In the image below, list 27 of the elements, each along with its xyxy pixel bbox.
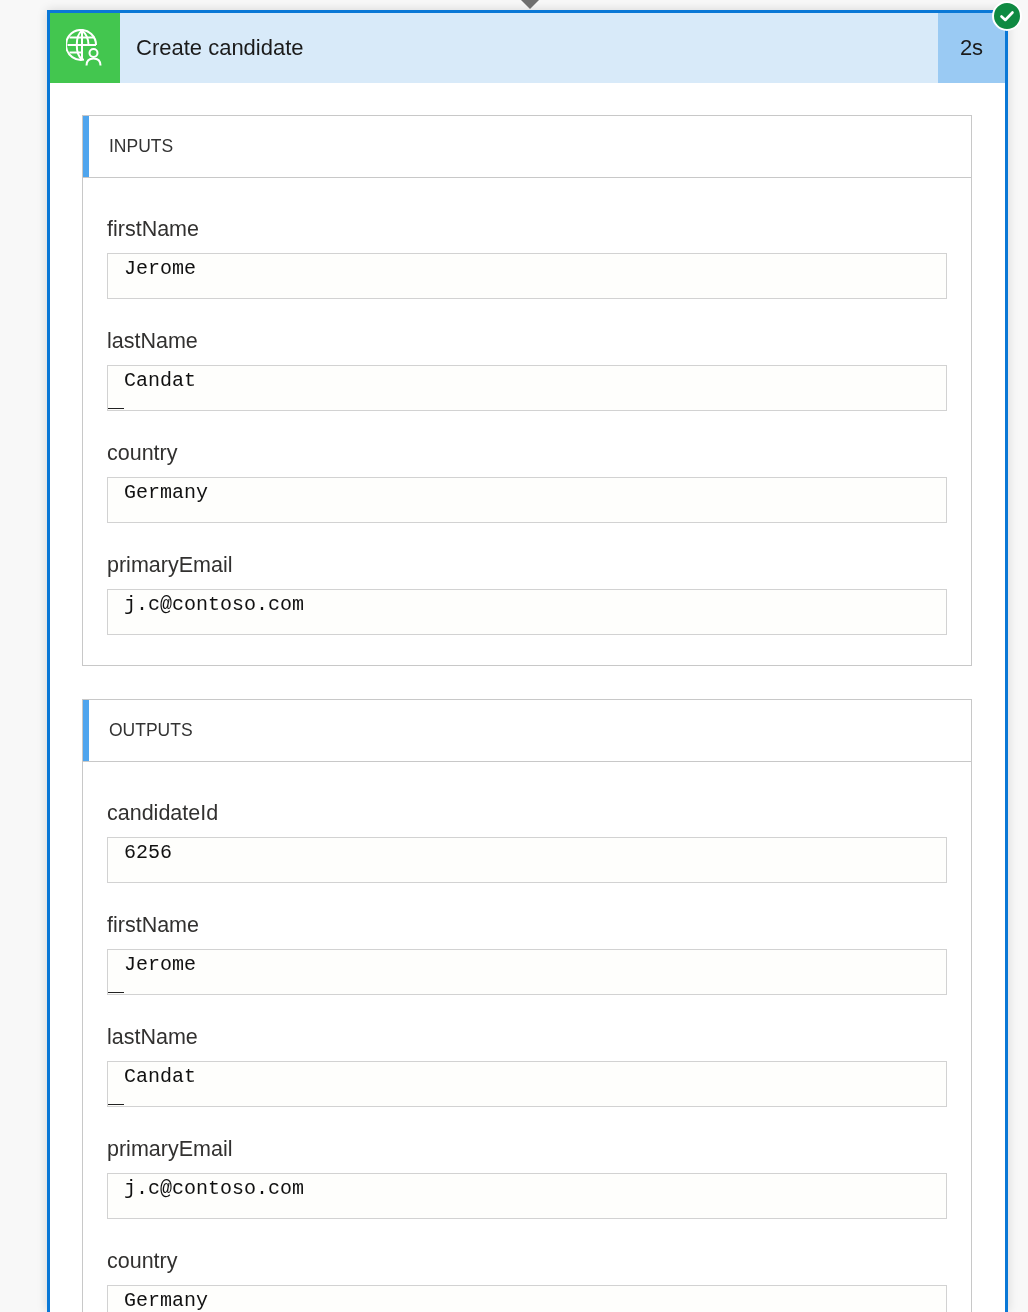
arrow-down-icon bbox=[520, 0, 540, 9]
field-label: primaryEmail bbox=[107, 1137, 233, 1161]
field-label: primaryEmail bbox=[107, 553, 233, 577]
value-field[interactable]: Jerome bbox=[107, 253, 947, 299]
action-title: Create candidate bbox=[135, 34, 305, 62]
field-label: country bbox=[107, 441, 178, 465]
value-field[interactable]: Jerome bbox=[107, 949, 947, 995]
field-label: candidateId bbox=[107, 801, 219, 825]
field-label: firstName bbox=[107, 913, 199, 937]
field-label: country bbox=[107, 1249, 178, 1273]
accent-bar bbox=[83, 116, 89, 177]
value-field[interactable]: 6256 bbox=[107, 837, 947, 883]
value-field[interactable]: Candat bbox=[107, 1061, 947, 1107]
value-field[interactable]: Germany bbox=[107, 1285, 947, 1312]
value-field[interactable]: Candat bbox=[107, 365, 947, 411]
section-title: INPUTS bbox=[109, 136, 174, 157]
accent-bar bbox=[83, 700, 89, 761]
value-field[interactable]: j.c@contoso.com bbox=[107, 589, 947, 635]
action-header[interactable]: Create candidate 2s bbox=[50, 13, 1005, 83]
section-title: OUTPUTS bbox=[109, 720, 193, 741]
value-field[interactable]: Germany bbox=[107, 477, 947, 523]
field-label: firstName bbox=[107, 217, 199, 241]
field-label: lastName bbox=[107, 1025, 198, 1049]
value-field[interactable]: j.c@contoso.com bbox=[107, 1173, 947, 1219]
globe-person-icon bbox=[66, 29, 104, 67]
field-label: lastName bbox=[107, 329, 198, 353]
duration-label: 2s bbox=[938, 13, 1005, 83]
